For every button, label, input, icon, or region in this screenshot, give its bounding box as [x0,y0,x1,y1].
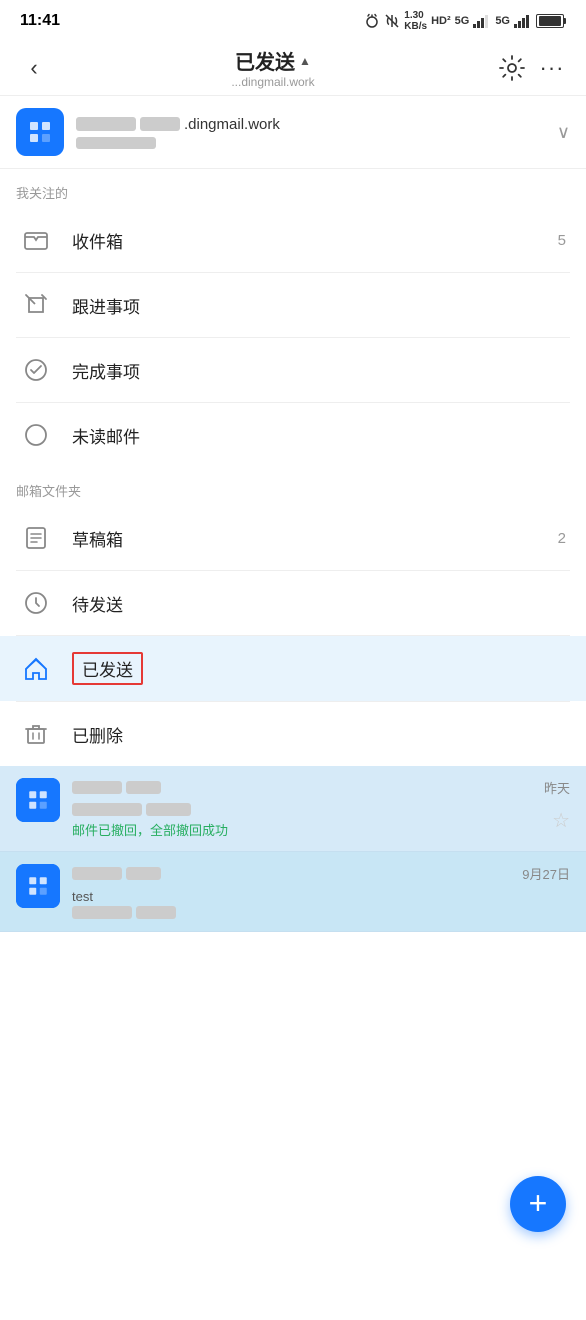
followup-icon [20,289,52,321]
email-blurred-part2 [140,117,180,131]
signal-5g1: 5G [455,15,470,27]
section-followed: 我关注的 [0,169,586,208]
account-row[interactable]: .dingmail.work ∨ [0,96,586,169]
followup-label: 跟进事项 [72,293,566,318]
drafts-label: 草稿箱 [72,526,558,551]
deleted-icon [20,718,52,750]
menu-item-inbox[interactable]: 收件箱 5 [0,208,586,272]
mail-top-1: 9月27日 [72,864,570,883]
menu-item-drafts[interactable]: 草稿箱 2 [0,506,586,570]
mail-item-0[interactable]: 昨天 邮件已撤回，全部撤回成功 ☆ [0,766,586,852]
mail-sender-0 [72,781,161,794]
mute-icon [384,13,400,29]
mail-sender-avatar-icon [24,786,52,814]
avatar-icon [24,116,56,148]
subject2-blurred-2 [136,906,176,919]
network-speed: 1.30KB/s [404,10,427,32]
mail-content-0: 昨天 邮件已撤回，全部撤回成功 ☆ [72,778,570,839]
outbox-icon [20,587,52,619]
drafts-badge: 2 [558,530,566,547]
drafts-icon [20,522,52,554]
mail-sender-avatar2-icon [24,872,52,900]
mail-content-1: 9月27日 test [72,864,570,919]
recall-text-0: 邮件已撤回，全部撤回成功 [72,820,228,839]
status-icons: 1.30KB/s HD² 5G 5G [364,10,566,32]
done-icon [20,354,52,386]
sent-label: 已发送 [72,652,143,685]
inbox-label: 收件箱 [72,228,558,253]
sender2-blurred-1 [72,867,122,880]
mail-preview-section: 昨天 邮件已撤回，全部撤回成功 ☆ [0,766,586,932]
mail-item-1[interactable]: 9月27日 test [0,852,586,932]
deleted-label: 已删除 [72,722,566,747]
header-subtitle: ...dingmail.work [231,75,314,89]
account-info: .dingmail.work [76,116,557,149]
signal-5g2: 5G [495,15,510,27]
settings-button[interactable] [494,50,530,86]
battery-icon [536,14,566,28]
signal-bars-icon [473,14,491,28]
done-label: 完成事项 [72,358,566,383]
inbox-badge: 5 [558,232,566,249]
mail-body-row-0: 邮件已撤回，全部撤回成功 ☆ [72,801,570,839]
menu-item-sent[interactable]: 已发送 [0,636,586,701]
page-title: 已发送 ▲ [235,46,311,75]
menu-item-done[interactable]: 完成事项 [0,338,586,402]
mail-date-0: 昨天 [544,778,570,797]
back-button[interactable]: ‹ [16,50,52,86]
star-icon-0[interactable]: ☆ [552,808,570,833]
mail-subject-0 [72,803,228,816]
compose-icon: + [529,1187,548,1219]
hd-badge: HD² [431,15,451,27]
status-time: 11:41 [20,12,60,30]
menu-item-unread[interactable]: 未读邮件 [0,403,586,467]
unread-label: 未读邮件 [72,423,566,448]
sender-blurred-2 [126,781,161,794]
mail-subject-1 [72,906,176,919]
sub-blurred [76,137,156,149]
alarm-icon [364,13,380,29]
mail-top-0: 昨天 [72,778,570,797]
mail-body-row-1: test [72,887,570,919]
mail-date-1: 9月27日 [522,864,570,883]
section-folders: 邮箱文件夹 [0,467,586,506]
signal-bars2-icon [514,14,532,28]
sent-icon [20,653,52,685]
menu-item-outbox[interactable]: 待发送 [0,571,586,635]
menu-item-followup[interactable]: 跟进事项 [0,273,586,337]
mail-avatar-1 [16,864,60,908]
email-blurred-part1 [76,117,136,131]
mail-avatar-0 [16,778,60,822]
header-center: 已发送 ▲ ...dingmail.work [52,46,494,89]
more-button[interactable]: ··· [534,50,570,86]
account-avatar [16,108,64,156]
compose-button[interactable]: + [510,1176,566,1232]
subject2-blurred-1 [72,906,132,919]
account-sub [76,137,557,149]
subject-blurred-1 [72,803,142,816]
sender2-blurred-2 [126,867,161,880]
unread-icon [20,419,52,451]
email-suffix: .dingmail.work [184,116,280,133]
mail-subject-text-1: test [72,889,176,904]
menu-item-deleted[interactable]: 已删除 [0,702,586,766]
sender-blurred-1 [72,781,122,794]
title-arrow-icon[interactable]: ▲ [299,54,311,68]
subject-blurred-2 [146,803,191,816]
mail-sender-1 [72,867,161,880]
account-chevron-icon[interactable]: ∨ [557,122,570,143]
inbox-icon [20,224,52,256]
header: ‹ 已发送 ▲ ...dingmail.work ··· [0,38,586,96]
outbox-label: 待发送 [72,591,566,616]
account-email: .dingmail.work [76,116,557,133]
status-bar: 11:41 1.30KB/s HD² 5G 5G [0,0,586,38]
